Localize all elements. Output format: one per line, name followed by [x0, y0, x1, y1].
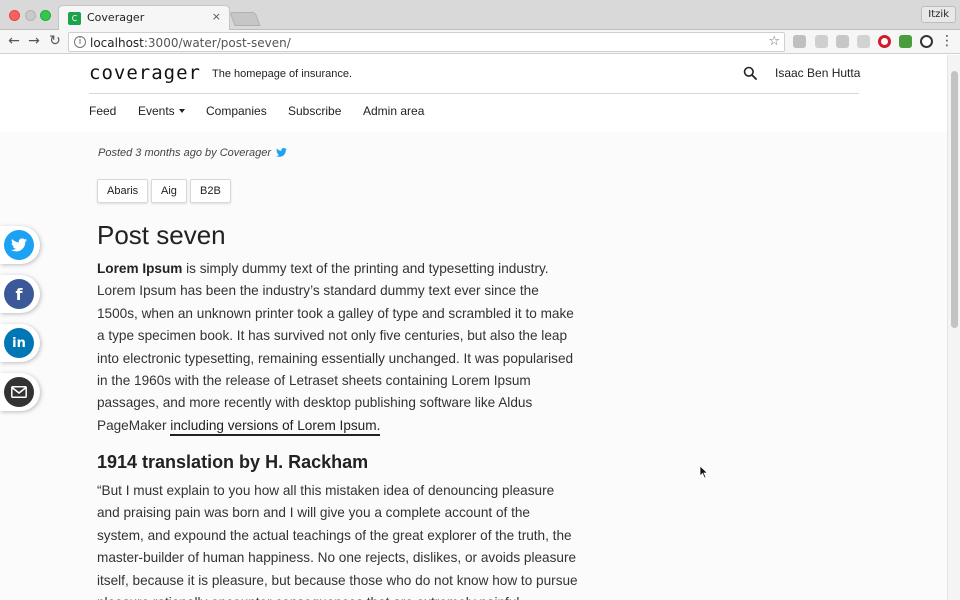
share-linkedin-button[interactable]: in: [0, 324, 40, 362]
tag-aig[interactable]: Aig: [151, 179, 187, 203]
site-header: coverager The homepage of insurance. Isa…: [0, 55, 947, 132]
browser-toolbar: ← → ↻ i localhost:3000/water/post-seven/…: [0, 30, 960, 54]
blocker-icon[interactable]: [920, 35, 933, 48]
tag-b2b[interactable]: B2B: [190, 179, 231, 203]
nav-item-feed[interactable]: Feed: [89, 104, 116, 118]
search-icon[interactable]: [743, 66, 757, 80]
lead-bold: Lorem Ipsum: [97, 261, 183, 276]
minimize-window-button[interactable]: [25, 10, 36, 21]
share-twitter-button[interactable]: [0, 226, 40, 264]
nav-item-admin-area[interactable]: Admin area: [363, 104, 424, 118]
address-bar[interactable]: i localhost:3000/water/post-seven/ ☆: [68, 32, 785, 52]
info-icon[interactable]: i: [74, 36, 86, 48]
bookmark-star-icon[interactable]: ☆: [768, 34, 780, 49]
extension-icon-1[interactable]: [793, 35, 806, 48]
browser-menu-icon[interactable]: ⋮: [939, 33, 955, 49]
post-title: Post seven: [97, 220, 226, 250]
facebook-icon: f: [4, 279, 34, 309]
reload-icon[interactable]: ↻: [47, 33, 63, 49]
tree-icon[interactable]: [899, 35, 912, 48]
site-tagline: The homepage of insurance.: [212, 68, 353, 80]
user-name-link[interactable]: Isaac Ben Hutta: [775, 66, 860, 80]
extension-icon-4[interactable]: [857, 35, 870, 48]
tab-close-icon[interactable]: ×: [212, 10, 221, 23]
maximize-window-button[interactable]: [40, 10, 51, 21]
share-email-button[interactable]: [0, 373, 40, 411]
nav-item-companies[interactable]: Companies: [206, 104, 267, 118]
page-scrollbar[interactable]: [947, 55, 960, 600]
lead-text: is simply dummy text of the printing and…: [97, 261, 574, 433]
nav-item-events[interactable]: Events: [138, 104, 185, 118]
extension-icon-3[interactable]: [836, 35, 849, 48]
share-facebook-button[interactable]: f: [0, 275, 40, 313]
browser-tab-active[interactable]: C Coverager ×: [58, 5, 230, 30]
tag-abaris[interactable]: Abaris: [97, 179, 149, 203]
email-icon: [4, 377, 34, 407]
close-window-button[interactable]: [9, 10, 20, 21]
favicon-icon: C: [68, 12, 81, 25]
twitter-icon[interactable]: [276, 148, 288, 157]
section-heading: 1914 translation by H. Rackham: [97, 452, 369, 472]
tab-title: Coverager: [87, 11, 145, 24]
quote-paragraph: “But I must explain to you how all this …: [97, 483, 578, 600]
article-paragraph: Lorem Ipsum is simply dummy text of the …: [97, 258, 579, 437]
chevron-down-icon: [178, 109, 185, 113]
linkedin-icon: in: [4, 328, 34, 358]
browser-titlebar: C Coverager × Itzik: [0, 0, 960, 30]
back-icon[interactable]: ←: [6, 33, 22, 49]
scrollbar-thumb[interactable]: [951, 71, 958, 328]
forward-icon[interactable]: →: [26, 33, 42, 49]
lorem-versions-link[interactable]: including versions of Lorem Ipsum.: [170, 417, 381, 436]
page-viewport: coverager The homepage of insurance. Isa…: [0, 55, 947, 600]
new-tab-button[interactable]: [229, 12, 261, 26]
mouse-cursor-icon: [699, 465, 709, 479]
post-meta: Posted 3 months ago by Coverager: [98, 147, 288, 159]
header-divider: [89, 93, 859, 94]
site-logo[interactable]: coverager: [89, 62, 201, 84]
extension-icon-2[interactable]: [815, 35, 828, 48]
twitter-icon: [4, 230, 34, 260]
profile-button[interactable]: Itzik: [921, 6, 956, 23]
opera-icon[interactable]: [878, 35, 891, 48]
nav-item-subscribe[interactable]: Subscribe: [288, 104, 341, 118]
address-url[interactable]: localhost:3000/water/post-seven/: [90, 36, 291, 50]
